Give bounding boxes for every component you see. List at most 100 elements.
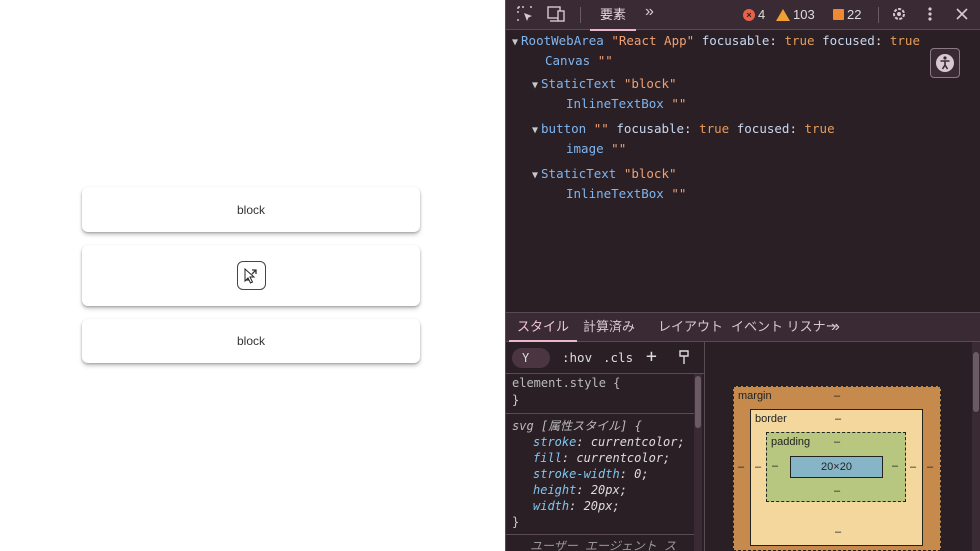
padding-top-value: – bbox=[834, 436, 841, 448]
css-declaration[interactable]: fill: currentcolor; bbox=[533, 451, 670, 465]
expand-triangle-icon[interactable]: ▼ bbox=[512, 37, 518, 48]
warning-icon bbox=[776, 8, 790, 21]
margin-right-value: – bbox=[927, 461, 934, 473]
node-name: "" bbox=[671, 96, 687, 111]
tab-event-listeners[interactable]: イベント リスナー bbox=[731, 313, 839, 341]
margin-label: margin bbox=[738, 390, 772, 402]
tree-node-inlinetextbox-1[interactable]: InlineTextBox "" bbox=[566, 96, 686, 111]
rule-close-brace: } bbox=[512, 393, 520, 407]
expand-button[interactable] bbox=[236, 261, 266, 290]
css-declaration[interactable]: height: 20px; bbox=[533, 483, 627, 497]
padding-bottom-value: – bbox=[834, 485, 841, 497]
error-count-badge[interactable]: × 4 bbox=[743, 7, 765, 22]
ua-label: ユーザー エージェント ス bbox=[530, 539, 676, 551]
tree-node-rootwebarea[interactable]: ▼ RootWebArea "React App" focusable: true… bbox=[512, 33, 920, 48]
box-model-pane: margin – – – border – – – – padding – – … bbox=[704, 342, 980, 551]
property-value: currentcolor; bbox=[576, 451, 671, 465]
styles-pane: Y :hov .cls + element.style { } svg [属性ス… bbox=[506, 342, 704, 551]
device-toolbar-icon[interactable] bbox=[546, 5, 566, 26]
rule-selector: element.style { bbox=[512, 376, 621, 390]
css-declaration[interactable]: stroke: currentcolor; bbox=[533, 435, 685, 449]
accessibility-tree-toggle-button[interactable] bbox=[930, 48, 960, 78]
node-value: true bbox=[699, 121, 730, 136]
border-bottom-value: – bbox=[835, 526, 842, 538]
styles-filter-bar: Y :hov .cls + bbox=[506, 342, 704, 374]
filter-icon: Y bbox=[522, 351, 530, 365]
styles-tab-bar: スタイル 計算済み レイアウト イベント リスナー » bbox=[506, 312, 980, 342]
computed-styles-toggle-icon[interactable] bbox=[678, 348, 690, 369]
node-name: "block" bbox=[623, 76, 677, 91]
node-name: "" bbox=[611, 141, 627, 156]
tab-elements[interactable]: 要素 bbox=[590, 0, 637, 31]
node-prop: focused bbox=[822, 33, 875, 48]
box-model-scrollbar-thumb[interactable] bbox=[973, 352, 979, 412]
close-icon[interactable] bbox=[954, 5, 970, 26]
css-declaration[interactable]: width: 20px; bbox=[533, 499, 620, 513]
node-name: "" bbox=[593, 121, 609, 136]
svg-attribute-style-rule[interactable]: svg [属性スタイル] { bbox=[512, 417, 642, 434]
styles-scrollbar-thumb[interactable] bbox=[695, 376, 701, 428]
expand-triangle-icon[interactable]: ▼ bbox=[532, 125, 538, 136]
accessibility-tree: ▼ RootWebArea "React App" focusable: true… bbox=[506, 30, 980, 312]
padding-right-value: – bbox=[892, 460, 899, 472]
new-style-rule-button[interactable]: + bbox=[646, 346, 657, 367]
app-viewport: block block bbox=[0, 0, 505, 551]
block-card-3: block bbox=[82, 319, 420, 363]
issues-count: 22 bbox=[847, 7, 862, 22]
block-card-2 bbox=[82, 245, 420, 306]
property-name: fill bbox=[533, 451, 562, 465]
content-size-value: 20×20 bbox=[821, 461, 852, 473]
node-prop: focusable bbox=[616, 121, 685, 136]
tree-node-statictext-2[interactable]: ▼ StaticText "block" bbox=[532, 166, 677, 181]
padding-left-value: – bbox=[772, 460, 779, 472]
issues-icon bbox=[833, 9, 844, 20]
tree-node-image[interactable]: image "" bbox=[566, 141, 626, 156]
kebab-menu-icon[interactable] bbox=[926, 5, 934, 26]
node-name: "" bbox=[597, 53, 613, 68]
border-left-value: – bbox=[755, 461, 762, 473]
rule-selector: svg [属性スタイル] { bbox=[512, 419, 642, 433]
hov-toggle[interactable]: :hov bbox=[562, 350, 592, 365]
more-tabs-button[interactable]: » bbox=[645, 3, 654, 21]
tree-node-button[interactable]: ▼ button "" focusable: true focused: true bbox=[532, 121, 835, 136]
property-value: 0; bbox=[634, 467, 649, 481]
tab-computed[interactable]: 計算済み bbox=[583, 313, 635, 341]
filter-input[interactable]: Y bbox=[512, 348, 550, 368]
node-role: InlineTextBox bbox=[566, 186, 664, 201]
block-card-3-label: block bbox=[236, 334, 265, 348]
rule-divider bbox=[506, 534, 694, 535]
tree-node-inlinetextbox-2[interactable]: InlineTextBox "" bbox=[566, 186, 686, 201]
block-card-1: block bbox=[82, 187, 420, 232]
tab-layout[interactable]: レイアウト bbox=[658, 313, 723, 341]
box-model-content[interactable]: 20×20 bbox=[790, 456, 883, 478]
node-value: true bbox=[784, 33, 815, 48]
property-value: 20px; bbox=[583, 499, 620, 513]
expand-triangle-icon[interactable]: ▼ bbox=[532, 170, 538, 181]
css-declaration[interactable]: stroke-width: 0; bbox=[533, 467, 649, 481]
border-right-value: – bbox=[910, 461, 917, 473]
devtools-toolbar: 要素 » × 4 103 22 bbox=[506, 0, 980, 31]
warning-count-badge[interactable]: 103 bbox=[776, 7, 815, 22]
padding-label: padding bbox=[771, 436, 811, 448]
tab-styles[interactable]: スタイル bbox=[508, 313, 578, 342]
user-agent-stylesheet-label: ユーザー エージェント ス bbox=[530, 537, 676, 551]
property-name: stroke-width bbox=[533, 467, 620, 481]
cls-toggle[interactable]: .cls bbox=[603, 350, 633, 365]
issues-count-badge[interactable]: 22 bbox=[833, 7, 861, 22]
border-top-value: – bbox=[835, 413, 842, 425]
settings-gear-icon[interactable] bbox=[890, 5, 908, 26]
tree-node-canvas[interactable]: Canvas "" bbox=[545, 53, 613, 68]
inspect-element-icon[interactable] bbox=[516, 5, 534, 26]
property-name: stroke bbox=[533, 435, 577, 449]
node-role: StaticText bbox=[541, 166, 617, 181]
margin-left-value: – bbox=[738, 461, 745, 473]
element-style-rule[interactable]: element.style { bbox=[512, 376, 620, 390]
expand-triangle-icon[interactable]: ▼ bbox=[532, 80, 538, 91]
node-value: true bbox=[889, 33, 920, 48]
node-role: RootWebArea bbox=[521, 33, 604, 48]
more-tabs-button[interactable]: » bbox=[831, 313, 840, 341]
warning-count: 103 bbox=[793, 7, 815, 22]
tree-node-statictext-1[interactable]: ▼ StaticText "block" bbox=[532, 76, 677, 91]
node-value: true bbox=[804, 121, 835, 136]
rule-divider bbox=[506, 413, 694, 414]
